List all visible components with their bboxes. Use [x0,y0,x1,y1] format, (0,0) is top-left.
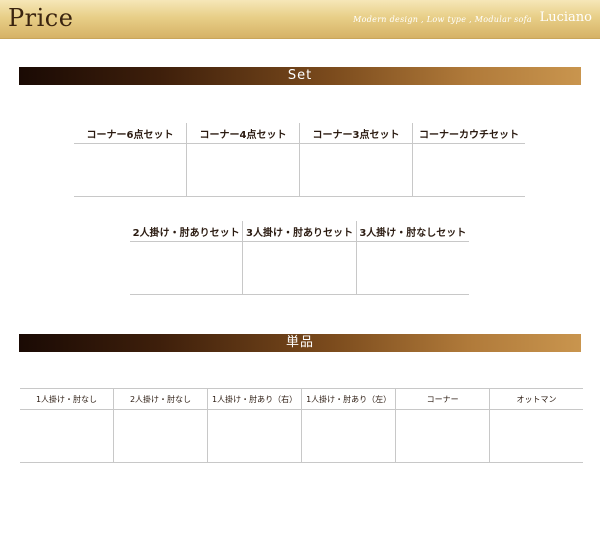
section-bar-set: Set [19,67,581,85]
set-item-cell [74,143,187,197]
set-item-header: 3人掛け・肘ありセット [242,221,357,242]
set-item-header: コーナーカウチセット [412,123,525,144]
set-table-row2: 2人掛け・肘ありセット 3人掛け・肘ありセット 3人掛け・肘なしセット [130,221,469,295]
single-item-cell [395,409,490,463]
single-item-cell [206,409,302,463]
single-item-cell [20,409,114,463]
set-item-header: コーナー6点セット [74,123,187,144]
set-item-header: 2人掛け・肘ありセット [130,221,243,242]
header-tagline: Modern design , Low type , Modular sofa [353,15,532,24]
set-item-cell [130,241,243,295]
set-item-cell [412,143,525,197]
section-bar-single: 単品 [19,334,581,352]
set-item-header: コーナー4点セット [186,123,300,144]
single-item-cell [489,409,583,463]
set-item-cell [299,143,413,197]
set-item-header: コーナー3点セット [299,123,413,144]
single-item-header: コーナー [395,388,490,410]
page-title: Price [8,4,74,32]
set-item-cell [186,143,300,197]
single-item-header: オットマン [489,388,583,410]
single-item-header: 1人掛け・肘なし [20,388,114,410]
single-item-header: 1人掛け・肘あり（右） [206,388,302,410]
set-item-cell [355,241,469,295]
single-item-header: 1人掛け・肘あり（左） [301,388,396,410]
single-item-cell [301,409,396,463]
single-item-table: 1人掛け・肘なし 2人掛け・肘なし 1人掛け・肘あり（右） 1人掛け・肘あり（左… [20,388,583,463]
page-header: Price Modern design , Low type , Modular… [0,0,600,39]
single-item-header: 2人掛け・肘なし [113,388,208,410]
set-item-cell [242,241,357,295]
set-item-header: 3人掛け・肘なしセット [355,221,469,242]
single-item-cell [113,409,208,463]
brand-name: Luciano [539,10,592,25]
set-table-row1: コーナー6点セット コーナー4点セット コーナー3点セット コーナーカウチセット [74,123,525,197]
